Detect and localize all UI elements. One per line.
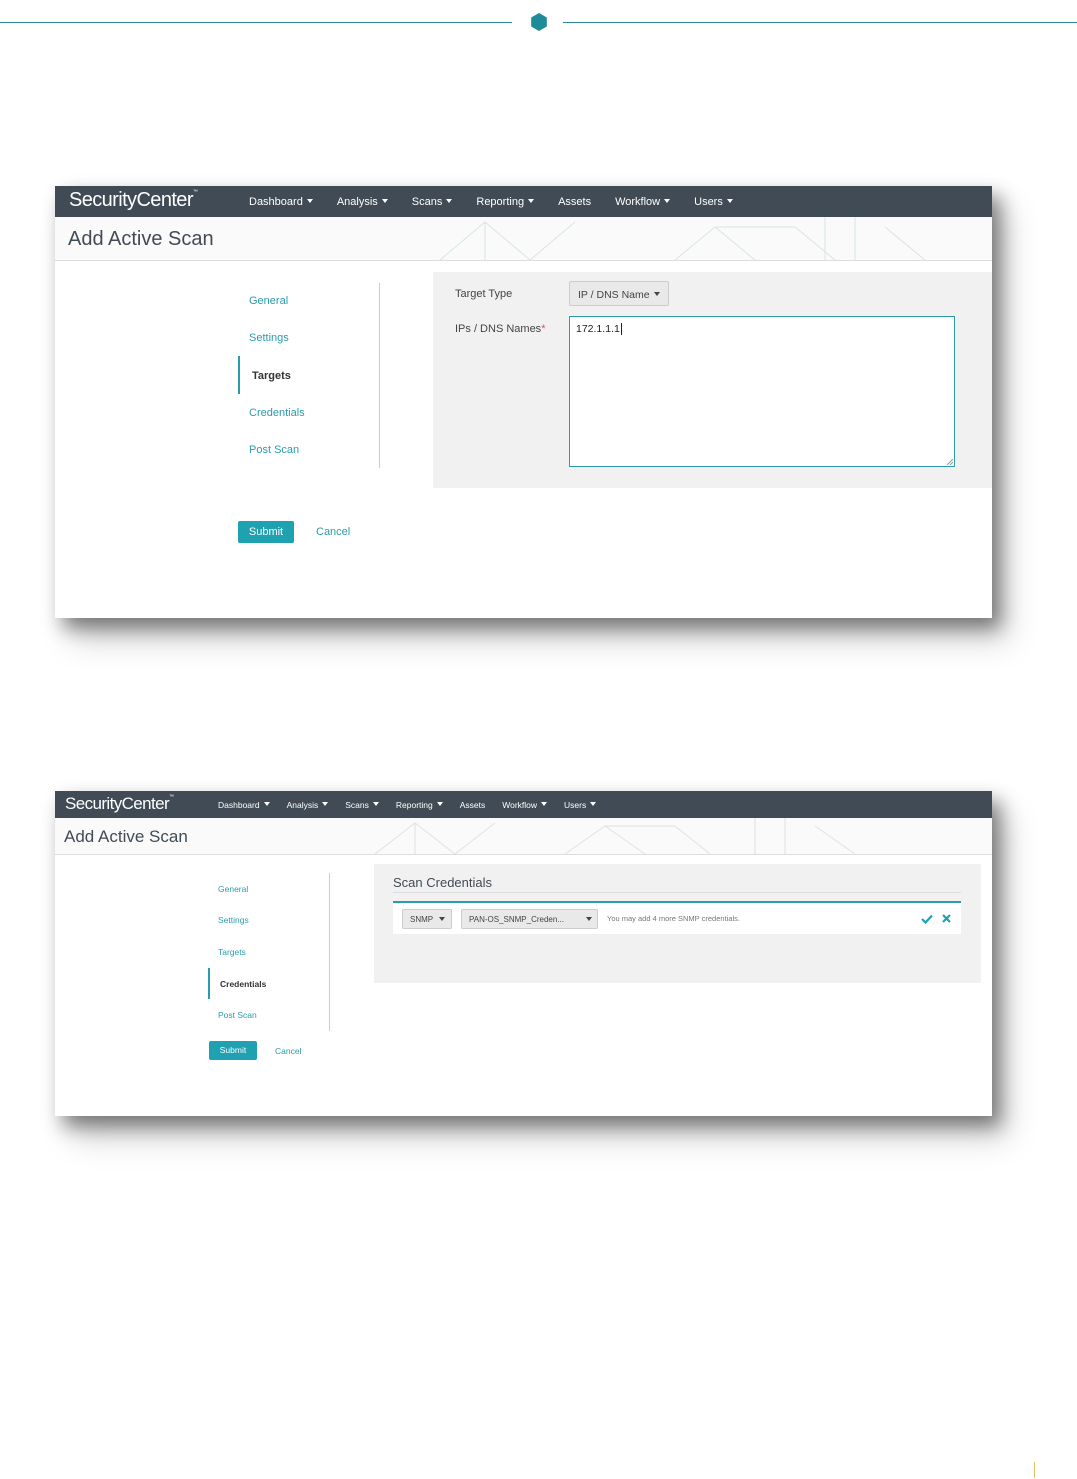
sidebar-item-post-scan[interactable]: Post Scan [218, 1010, 257, 1020]
nav-item-workflow[interactable]: Workflow [615, 195, 671, 208]
sidebar-item-targets[interactable]: Targets [252, 370, 291, 382]
nav-item-label: Workflow [615, 195, 661, 208]
nav-item-scans[interactable]: Scans [345, 800, 379, 810]
credential-type-select[interactable]: SNMP [402, 909, 452, 929]
caret-down-icon [528, 198, 535, 203]
ips-dns-names-label: IPs / DNS Names* [455, 323, 546, 335]
nav-menu: Dashboard Analysis Scans Reporting Assets Wor… [218, 791, 597, 818]
active-indicator [238, 356, 240, 394]
page-corner-mark [1034, 1462, 1035, 1478]
nav-item-analysis[interactable]: Analysis [337, 196, 388, 208]
caret-down-icon [541, 802, 548, 807]
caret-down-icon [263, 802, 270, 807]
nav-item-label: Users [564, 799, 587, 810]
sidebar-item-credentials[interactable]: Credentials [249, 407, 305, 419]
nav-item-label: Scans [411, 195, 443, 208]
credential-name-select[interactable]: PAN-OS_SNMP_Creden... [461, 909, 598, 929]
title-bar: Add Active Scan [55, 217, 992, 261]
sidebar-item-settings[interactable]: Settings [249, 332, 289, 344]
scan-credentials-title: Scan Credentials [393, 875, 492, 890]
submit-button[interactable]: Submit [238, 521, 294, 543]
close-icon[interactable] [942, 914, 951, 923]
caret-down-icon [664, 198, 671, 203]
nav-item-label: Dashboard [249, 195, 303, 208]
sidebar-item-credentials[interactable]: Credentials [220, 979, 266, 989]
nav-item-label: Analysis [336, 195, 378, 208]
nav-item-reporting[interactable]: Reporting [476, 195, 535, 208]
sidebar-item-general[interactable]: General [249, 295, 288, 307]
nav-item-label: Workflow [502, 799, 538, 810]
check-icon[interactable] [921, 914, 933, 924]
caret-down-icon [322, 802, 329, 807]
chevron-down-icon [586, 917, 592, 921]
nav-item-dashboard[interactable]: Dashboard [249, 196, 313, 208]
app-logo: SecurityCenter™ [65, 794, 174, 813]
submit-button[interactable]: Submit [209, 1041, 257, 1060]
credential-row: SNMP PAN-OS_SNMP_Creden... You may add 4… [393, 901, 961, 934]
page-title: Add Active Scan [64, 827, 188, 846]
caret-down-icon [446, 198, 453, 203]
nav-item-users[interactable]: Users [694, 196, 733, 208]
credentials-panel: Scan Credentials SNMP PAN-OS_SNMP_Creden… [374, 864, 981, 983]
nav-item-label: Assets [558, 195, 592, 208]
nav-item-assets[interactable]: Assets [558, 196, 591, 208]
sidebar-divider [329, 873, 330, 1031]
cancel-link[interactable]: Cancel [275, 1046, 301, 1056]
target-type-label: Target Type [455, 288, 513, 300]
nav-item-label: Users [694, 195, 723, 208]
caret-down-icon [381, 198, 388, 203]
sidebar-item-general[interactable]: General [218, 884, 248, 894]
nav-item-analysis[interactable]: Analysis [287, 800, 329, 810]
nav-item-assets[interactable]: Assets [460, 800, 486, 810]
nav-item-label: Reporting [476, 195, 525, 208]
active-indicator [208, 968, 210, 999]
nav-item-workflow[interactable]: Workflow [502, 799, 548, 810]
nav-item-label: Dashboard [218, 799, 260, 810]
nav-item-reporting[interactable]: Reporting [396, 800, 443, 810]
caret-down-icon [726, 198, 733, 203]
nav-menu: Dashboard Analysis Scans Reporting Assets Wor… [249, 186, 733, 217]
nav-item-scans[interactable]: Scans [412, 196, 453, 208]
credential-hint: You may add 4 more SNMP credentials. [607, 914, 740, 923]
ips-dns-names-textarea[interactable]: 172.1.1.1 [569, 316, 955, 467]
nav-item-label: Scans [345, 799, 369, 810]
targets-panel: Target Type IP / DNS Name IPs / DNS Name… [433, 272, 992, 488]
screenshot-credentials: SecurityCenter™ Dashboard Analysis Scans Re… [55, 791, 992, 1116]
title-bar: Add Active Scan [55, 818, 992, 855]
nav-item-label: Analysis [286, 799, 319, 810]
chevron-down-icon [439, 917, 445, 921]
screenshot-targets: SecurityCenter™ Dashboard Analysis Scans Re… [55, 186, 992, 618]
caret-down-icon [590, 802, 597, 807]
hexagon-icon [531, 13, 547, 31]
caret-down-icon [306, 198, 313, 203]
top-nav: SecurityCenter™ Dashboard Analysis Scans Re… [55, 186, 992, 217]
nav-item-label: Assets [459, 799, 486, 810]
resize-handle-icon[interactable] [946, 458, 953, 465]
cancel-link[interactable]: Cancel [316, 526, 350, 538]
app-logo: SecurityCenter™ [69, 189, 198, 211]
caret-down-icon [372, 802, 379, 807]
nav-item-dashboard[interactable]: Dashboard [218, 800, 270, 810]
sidebar-item-post-scan[interactable]: Post Scan [249, 444, 299, 456]
sidebar-item-settings[interactable]: Settings [218, 915, 249, 925]
sidebar-divider [379, 283, 380, 468]
caret-down-icon [436, 802, 443, 807]
nav-item-label: Reporting [395, 799, 433, 810]
background-pattern [374, 818, 856, 854]
chevron-down-icon [654, 292, 660, 296]
target-type-select[interactable]: IP / DNS Name [569, 281, 669, 306]
page-title: Add Active Scan [68, 228, 214, 250]
sidebar-item-targets[interactable]: Targets [218, 947, 246, 957]
nav-item-users[interactable]: Users [564, 799, 597, 810]
top-nav: SecurityCenter™ Dashboard Analysis Scans Re… [55, 791, 992, 818]
